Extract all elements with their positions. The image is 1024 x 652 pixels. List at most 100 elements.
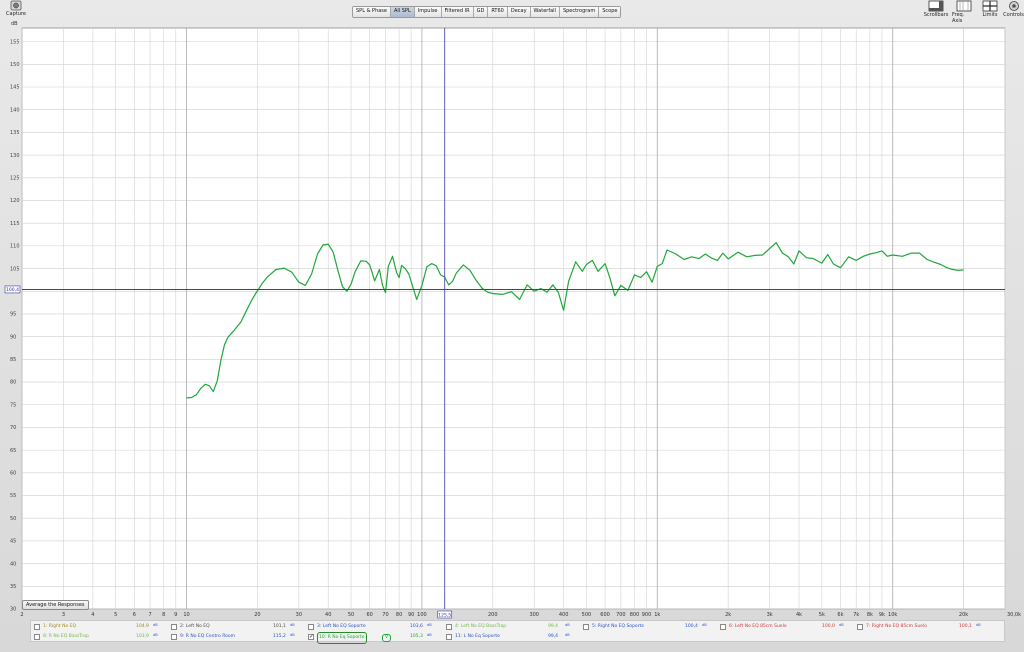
x-tick-label: 5k (819, 612, 825, 618)
x-tick-label: 3 (62, 612, 65, 618)
legend-measurement-name[interactable]: 1: Right No EQ (43, 622, 76, 632)
x-tick-label: 8 (162, 612, 165, 618)
legend-item: 1: Right No EQ 104,9 dB (34, 622, 168, 632)
spl-chart[interactable]: 1551501451401351301251201151101051009590… (0, 0, 1024, 620)
legend-offset-value: 99,4 (548, 634, 559, 639)
legend-checkbox[interactable] (308, 632, 314, 642)
x-tick-label: 10 (183, 612, 189, 618)
x-tick-label: 4k (796, 612, 802, 618)
legend-measurement-name[interactable]: 3: Left No EQ Soporte (317, 622, 366, 632)
legend-row-1: 1: Right No EQ 104,9 dB 2: Left No EQ 101,1 d… (31, 622, 1004, 632)
y-tick-label: 35 (10, 584, 16, 590)
y-tick-label: 110 (10, 244, 20, 250)
y-tick-label: 90 (10, 334, 16, 340)
legend-offset-value: 115,2 (273, 634, 286, 639)
y-tick-label: 120 (10, 198, 20, 204)
y-tick-label: 65 (10, 448, 16, 454)
legend-row-2: 8: R No EQ BassTrap 103,9 dB 9: R No EQ Cen… (31, 632, 1004, 644)
x-tick-label: 8k (867, 612, 873, 618)
legend-unit: dB (153, 633, 158, 637)
y-tick-label: 135 (10, 130, 20, 136)
y-tick-label: 130 (10, 153, 20, 159)
y-tick-label: 45 (10, 539, 16, 545)
x-tick-label: 300 (529, 612, 539, 618)
legend-checkbox[interactable] (34, 634, 40, 640)
legend-measurement-name[interactable]: 8: R No EQ BassTrap (43, 632, 89, 642)
legend-measurement-name[interactable]: 4: Left No EQ BassTrap (455, 622, 506, 632)
legend-checkbox[interactable] (171, 634, 177, 640)
y-tick-label: 155 (10, 39, 20, 45)
legend-unit: dB (290, 633, 295, 637)
y-tick-label: 50 (10, 516, 16, 522)
legend-checkbox[interactable] (857, 624, 863, 630)
legend-offset-value: 104,9 (136, 624, 149, 629)
selected-measurement-marker: V (382, 634, 392, 642)
x-tick-label: 500 (582, 612, 592, 618)
legend-checkbox[interactable] (446, 624, 452, 630)
legend-item: 6: Left No EQ 85cm Suelo 100,0 dB (720, 622, 854, 632)
x-tick-label: 7k (853, 612, 859, 618)
legend-item: 2: Left No EQ 101,1 dB (171, 622, 305, 632)
legend-offset-value: 103,6 (410, 624, 423, 629)
legend-measurement-name[interactable]: 10: R No Eq Soporte (317, 632, 367, 644)
cursor-x-readout: 125,5 (438, 613, 451, 619)
x-tick-label: 20k (959, 612, 968, 618)
y-tick-label: 145 (10, 85, 20, 91)
legend-checkbox[interactable] (583, 624, 589, 630)
x-tick-label: 100 (417, 612, 427, 618)
legend-measurement-name[interactable]: 6: Left No EQ 85cm Suelo (729, 622, 787, 632)
legend-offset-value: 105,3 (410, 634, 423, 639)
legend-measurement-name[interactable]: 7: Right No EQ 85cm Suelo (866, 622, 927, 632)
legend-unit: dB (565, 623, 570, 627)
legend-checkbox[interactable] (720, 624, 726, 630)
y-tick-label: 30 (10, 607, 16, 613)
legend-offset-value: 103,9 (136, 634, 149, 639)
x-tick-label: 80 (396, 612, 402, 618)
cursor-y-readout: 100,4 (6, 287, 19, 293)
x-tick-label: 700 (616, 612, 626, 618)
legend-offset-value: 101,1 (273, 624, 286, 629)
legend-item: 8: R No EQ BassTrap 103,9 dB (34, 632, 168, 642)
x-tick-label: 10k (888, 612, 897, 618)
y-tick-label: 75 (10, 402, 16, 408)
x-tick-label: 20 (254, 612, 260, 618)
legend-offset-value: 100,0 (822, 624, 835, 629)
legend-unit: dB (153, 623, 158, 627)
legend-item: 9: R No EQ Centro Room 115,2 dB (171, 632, 305, 642)
plot-area[interactable] (21, 27, 1006, 610)
legend-checkbox[interactable] (34, 624, 40, 630)
x-tick-label: 30 (296, 612, 302, 618)
x-axis-end-label: 30,0k (1007, 612, 1021, 618)
x-tick-label: 3k (767, 612, 773, 618)
x-tick-label: 400 (559, 612, 569, 618)
y-tick-label: 95 (10, 312, 16, 318)
legend-unit: dB (702, 623, 707, 627)
legend-unit: dB (427, 623, 432, 627)
x-tick-label: 900 (642, 612, 652, 618)
legend-item: 11: L No Eq Soporte 99,4 dB (446, 632, 580, 642)
measurement-legend: 1: Right No EQ 104,9 dB 2: Left No EQ 101,1 d… (30, 620, 1005, 644)
x-tick-label: 200 (488, 612, 498, 618)
average-responses-button[interactable]: Average the Responses (22, 600, 89, 610)
x-tick-label: 5 (114, 612, 117, 618)
legend-unit: dB (976, 623, 981, 627)
legend-measurement-name[interactable]: 11: L No Eq Soporte (455, 632, 500, 642)
legend-measurement-name[interactable]: 9: R No EQ Centro Room (180, 632, 235, 642)
y-tick-label: 140 (10, 107, 20, 113)
legend-offset-value: 99,4 (548, 624, 559, 629)
legend-checkbox[interactable] (308, 624, 314, 630)
legend-checkbox[interactable] (446, 634, 452, 640)
legend-checkbox[interactable] (171, 624, 177, 630)
legend-measurement-name[interactable]: 2: Left No EQ (180, 622, 210, 632)
x-tick-label: 90 (408, 612, 414, 618)
x-tick-label: 1k (654, 612, 660, 618)
rew-window: Capture SPL & Phase All SPL Impulse Filtere… (0, 0, 1024, 652)
legend-measurement-name[interactable]: 5: Right No EQ Soporte (592, 622, 644, 632)
x-tick-label: 9 (174, 612, 177, 618)
x-tick-label: 600 (600, 612, 610, 618)
y-tick-label: 150 (10, 62, 20, 68)
y-tick-label: 115 (10, 221, 20, 227)
legend-unit: dB (290, 623, 295, 627)
x-tick-label: 2k (725, 612, 731, 618)
legend-item: 7: Right No EQ 85cm Suelo 100,1 dB (857, 622, 991, 632)
